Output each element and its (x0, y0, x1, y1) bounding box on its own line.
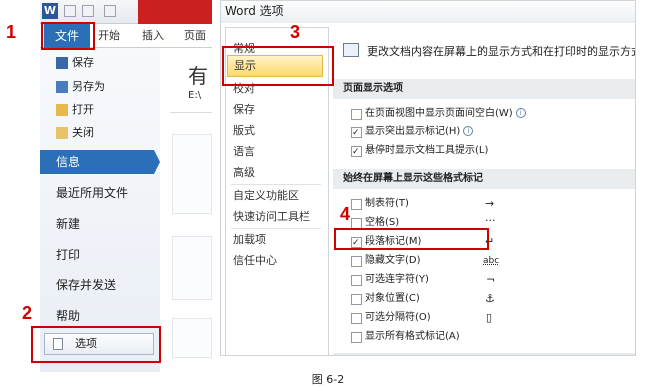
nav-save-send[interactable]: 保存并发送 (56, 272, 116, 298)
divider (170, 112, 212, 113)
tab-page-layout[interactable]: 页面 (184, 24, 206, 48)
nav-new[interactable]: 新建 (56, 211, 80, 237)
anchor-icon: ⚓ (485, 292, 495, 305)
display-settings-panel: 更改文档内容在屏幕上的显示方式和在打印时的显示方式。 页面显示选项 在页面视图中… (333, 27, 636, 355)
info-title: 有 (188, 64, 208, 88)
info-icon: i (515, 108, 526, 118)
quick-access-toolbar: W (40, 0, 212, 24)
info-card (172, 134, 212, 214)
space-mark-icon: ··· (485, 214, 496, 227)
checkbox-checked[interactable] (351, 125, 362, 141)
checkbox[interactable] (351, 294, 362, 305)
checkbox[interactable] (351, 275, 362, 286)
category-quick-access-toolbar[interactable]: 快速访问工具栏 (233, 207, 310, 227)
tab-mark-icon: → (485, 197, 495, 210)
category-customize-ribbon[interactable]: 自定义功能区 (233, 186, 299, 206)
save-icon[interactable] (64, 5, 76, 17)
figure-caption: 图 6-2 (311, 373, 345, 386)
close-folder-icon (56, 127, 68, 139)
category-language[interactable]: 语言 (233, 142, 255, 162)
tab-home[interactable]: 开始 (98, 24, 120, 48)
info-card (172, 318, 212, 358)
file-path: E:\ (188, 90, 202, 101)
save-icon (56, 57, 68, 69)
open-folder-icon (56, 104, 68, 116)
dialog-title: Word 选项 (221, 1, 635, 23)
intro-text: 更改文档内容在屏幕上的显示方式和在打印时的显示方式。 (367, 45, 636, 58)
checkbox[interactable] (351, 109, 362, 120)
category-advanced[interactable]: 高级 (233, 163, 255, 183)
step-number-2: 2 (22, 303, 33, 323)
tab-insert[interactable]: 插入 (142, 24, 164, 48)
section-header-formatting-marks: 始终在屏幕上显示这些格式标记 (333, 169, 635, 189)
title-bar (138, 0, 212, 24)
divider (231, 184, 321, 185)
display-icon (343, 43, 359, 57)
step-number-1: 1 (6, 22, 17, 42)
checkbox-checked[interactable] (351, 144, 362, 160)
highlight-box-file-tab (41, 22, 95, 50)
hyphen-mark-icon: ¬ (486, 273, 496, 286)
checkbox[interactable] (351, 199, 362, 210)
nav-info[interactable]: 信息 (40, 150, 154, 174)
highlight-box-display-category (222, 46, 334, 86)
checkbox[interactable] (351, 256, 362, 267)
info-icon: i (463, 126, 474, 136)
redo-icon[interactable] (104, 5, 116, 17)
nav-print[interactable]: 打印 (56, 242, 80, 268)
save-as-icon (56, 81, 68, 93)
highlight-box-options (31, 326, 161, 363)
divider (231, 228, 321, 229)
word-logo-icon: W (42, 3, 58, 19)
highlight-box-paragraph-marks (334, 228, 489, 250)
nav-recent[interactable]: 最近所用文件 (56, 180, 128, 206)
break-mark-icon: ▯ (486, 311, 493, 324)
section-header-page-display: 页面显示选项 (333, 79, 635, 99)
category-layout[interactable]: 版式 (233, 121, 255, 141)
checkbox[interactable] (351, 313, 362, 324)
checkbox[interactable] (351, 332, 362, 343)
step-number-3: 3 (290, 22, 301, 42)
undo-icon[interactable] (82, 5, 94, 17)
category-trust-center[interactable]: 信任中心 (233, 251, 277, 271)
section-footer (333, 353, 635, 355)
info-card (172, 236, 212, 300)
category-save[interactable]: 保存 (233, 100, 255, 120)
step-number-4: 4 (340, 204, 351, 224)
hidden-text-icon: abc (483, 256, 500, 266)
nav-selected-arrow (154, 150, 160, 174)
category-add-ins[interactable]: 加载项 (233, 230, 266, 250)
